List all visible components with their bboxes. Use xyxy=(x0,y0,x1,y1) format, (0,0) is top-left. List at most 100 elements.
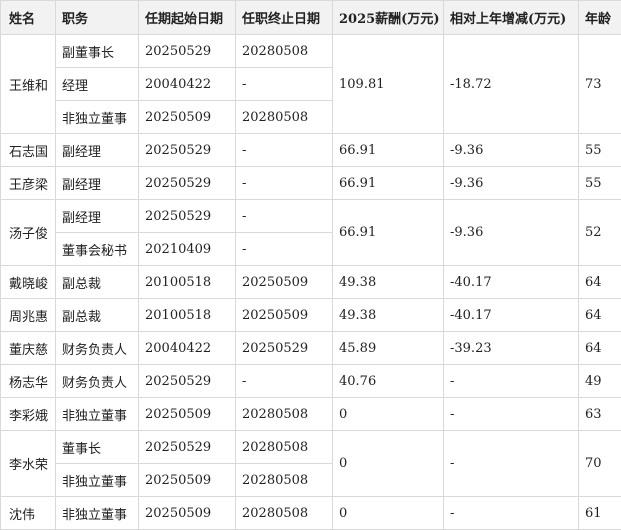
term-end-cell: - xyxy=(236,233,333,266)
position-cell: 非独立董事 xyxy=(56,101,139,134)
position-cell: 副经理 xyxy=(56,167,139,200)
table-row: 王维和副董事长2025052920280508109.81-18.7273 xyxy=(1,35,621,68)
change-cell: -9.36 xyxy=(444,167,579,200)
salary-cell: 66.91 xyxy=(333,134,444,167)
person-name-cell: 王彦梁 xyxy=(1,167,56,200)
term-start-cell: 20250529 xyxy=(139,167,236,200)
term-end-cell: - xyxy=(236,68,333,101)
term-end-cell: 20280508 xyxy=(236,35,333,68)
table-row: 戴晓峻副总裁201005182025050949.38-40.1764 xyxy=(1,266,621,299)
term-end-cell: - xyxy=(236,167,333,200)
term-start-cell: 20100518 xyxy=(139,266,236,299)
header-name: 姓名 xyxy=(1,1,56,35)
term-start-cell: 20250509 xyxy=(139,464,236,497)
salary-cell: 40.76 xyxy=(333,365,444,398)
change-cell: -9.36 xyxy=(444,200,579,266)
term-end-cell: 20250509 xyxy=(236,299,333,332)
term-start-cell: 20040422 xyxy=(139,68,236,101)
position-cell: 副经理 xyxy=(56,134,139,167)
term-end-cell: 20280508 xyxy=(236,101,333,134)
term-start-cell: 20250509 xyxy=(139,497,236,530)
salary-cell: 109.81 xyxy=(333,35,444,134)
position-cell: 副总裁 xyxy=(56,299,139,332)
change-cell: -40.17 xyxy=(444,266,579,299)
person-name-cell: 王维和 xyxy=(1,35,56,134)
table-row: 周兆惠副总裁201005182025050949.38-40.1764 xyxy=(1,299,621,332)
age-cell: 52 xyxy=(579,200,621,266)
age-cell: 70 xyxy=(579,431,621,497)
salary-cell: 66.91 xyxy=(333,167,444,200)
age-cell: 64 xyxy=(579,299,621,332)
age-cell: 64 xyxy=(579,266,621,299)
table-row: 杨志华财务负责人20250529-40.76-49 xyxy=(1,365,621,398)
header-position: 职务 xyxy=(56,1,139,35)
table-body: 王维和副董事长2025052920280508109.81-18.7273经理2… xyxy=(1,35,621,530)
position-cell: 副经理 xyxy=(56,200,139,233)
term-start-cell: 20250509 xyxy=(139,398,236,431)
table-row: 李水荣董事长20250529202805080-70 xyxy=(1,431,621,464)
salary-cell: 49.38 xyxy=(333,266,444,299)
person-name-cell: 杨志华 xyxy=(1,365,56,398)
term-end-cell: - xyxy=(236,365,333,398)
change-cell: -39.23 xyxy=(444,332,579,365)
table-row: 汤子俊副经理20250529-66.91-9.3652 xyxy=(1,200,621,233)
term-end-cell: - xyxy=(236,134,333,167)
term-start-cell: 20250529 xyxy=(139,35,236,68)
term-start-cell: 20250509 xyxy=(139,101,236,134)
table-header: 姓名 职务 任期起始日期 任职终止日期 2025薪酬(万元) 相对上年增减(万元… xyxy=(1,1,621,35)
position-cell: 非独立董事 xyxy=(56,398,139,431)
age-cell: 61 xyxy=(579,497,621,530)
position-cell: 非独立董事 xyxy=(56,497,139,530)
term-end-cell: 20250509 xyxy=(236,266,333,299)
change-cell: - xyxy=(444,365,579,398)
change-cell: -9.36 xyxy=(444,134,579,167)
person-name-cell: 戴晓峻 xyxy=(1,266,56,299)
position-cell: 副总裁 xyxy=(56,266,139,299)
table-row: 石志国副经理20250529-66.91-9.3655 xyxy=(1,134,621,167)
term-start-cell: 20250529 xyxy=(139,200,236,233)
term-start-cell: 20100518 xyxy=(139,299,236,332)
age-cell: 63 xyxy=(579,398,621,431)
table-row: 王彦梁副经理20250529-66.91-9.3655 xyxy=(1,167,621,200)
position-cell: 财务负责人 xyxy=(56,365,139,398)
table-row: 沈伟非独立董事20250509202805080-61 xyxy=(1,497,621,530)
change-cell: - xyxy=(444,398,579,431)
person-name-cell: 周兆惠 xyxy=(1,299,56,332)
term-end-cell: 20280508 xyxy=(236,464,333,497)
header-term-end: 任职终止日期 xyxy=(236,1,333,35)
salary-cell: 0 xyxy=(333,497,444,530)
header-change: 相对上年增减(万元) xyxy=(444,1,579,35)
change-cell: -40.17 xyxy=(444,299,579,332)
salary-cell: 45.89 xyxy=(333,332,444,365)
header-term-start: 任期起始日期 xyxy=(139,1,236,35)
position-cell: 董事会秘书 xyxy=(56,233,139,266)
change-cell: - xyxy=(444,497,579,530)
header-salary: 2025薪酬(万元) xyxy=(333,1,444,35)
term-start-cell: 20250529 xyxy=(139,134,236,167)
change-cell: -18.72 xyxy=(444,35,579,134)
term-end-cell: 20280508 xyxy=(236,497,333,530)
age-cell: 55 xyxy=(579,134,621,167)
person-name-cell: 沈伟 xyxy=(1,497,56,530)
table-row: 董庆慈财务负责人200404222025052945.89-39.2364 xyxy=(1,332,621,365)
term-start-cell: 20250529 xyxy=(139,365,236,398)
person-name-cell: 李水荣 xyxy=(1,431,56,497)
salary-cell: 0 xyxy=(333,398,444,431)
person-name-cell: 李彩娥 xyxy=(1,398,56,431)
position-cell: 经理 xyxy=(56,68,139,101)
age-cell: 73 xyxy=(579,35,621,134)
executive-compensation-table: 姓名 职务 任期起始日期 任职终止日期 2025薪酬(万元) 相对上年增减(万元… xyxy=(0,0,621,530)
person-name-cell: 董庆慈 xyxy=(1,332,56,365)
age-cell: 64 xyxy=(579,332,621,365)
term-end-cell: 20280508 xyxy=(236,431,333,464)
salary-cell: 49.38 xyxy=(333,299,444,332)
change-cell: - xyxy=(444,431,579,497)
position-cell: 董事长 xyxy=(56,431,139,464)
term-start-cell: 20040422 xyxy=(139,332,236,365)
table-row: 李彩娥非独立董事20250509202805080-63 xyxy=(1,398,621,431)
term-end-cell: - xyxy=(236,200,333,233)
header-age: 年龄 xyxy=(579,1,621,35)
header-row: 姓名 职务 任期起始日期 任职终止日期 2025薪酬(万元) 相对上年增减(万元… xyxy=(1,1,621,35)
term-end-cell: 20280508 xyxy=(236,398,333,431)
position-cell: 非独立董事 xyxy=(56,464,139,497)
